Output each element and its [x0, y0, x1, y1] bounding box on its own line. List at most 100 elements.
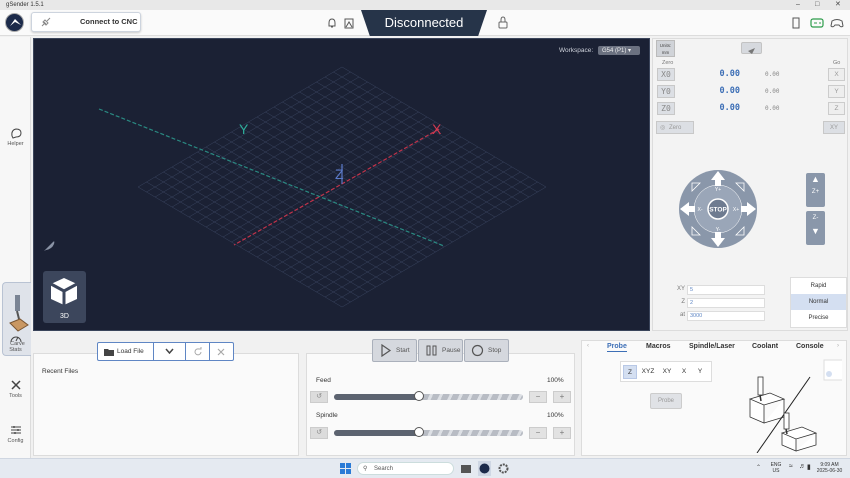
jog-z-step-input[interactable]: 2	[687, 298, 765, 308]
sidebar-item-tools[interactable]: Tools	[0, 379, 31, 399]
probe-axis-x[interactable]: X	[677, 365, 691, 379]
folder-icon	[104, 349, 114, 356]
language-indicator[interactable]: ENG US	[767, 462, 785, 474]
work-position-z[interactable]: 0.00	[710, 103, 740, 113]
go-header: Go	[833, 60, 841, 66]
recent-dropdown-button[interactable]	[154, 343, 186, 360]
windows-start-icon[interactable]	[340, 463, 351, 474]
feed-label: Feed	[316, 377, 331, 384]
jog-z-plus-button[interactable]: ▲ Z+	[806, 173, 825, 207]
gsender-taskbar-icon[interactable]	[478, 461, 491, 476]
zero-x-button[interactable]: X0	[657, 68, 675, 81]
refresh-icon	[194, 347, 202, 356]
tab-coolant[interactable]: Coolant	[752, 343, 778, 350]
reload-file-button[interactable]	[186, 343, 210, 360]
jog-feedrate-field: at 3000	[675, 311, 790, 321]
feed-reset-button[interactable]: ↺	[310, 391, 328, 403]
tabs-scroll-left-icon[interactable]: ‹	[587, 343, 589, 349]
maximize-icon[interactable]: □	[815, 0, 819, 10]
sidebar-item-helper[interactable]: Helper	[0, 127, 31, 147]
close-icon[interactable]: ✕	[835, 0, 841, 10]
z-axis-label: Z	[335, 166, 344, 182]
zero-all-button[interactable]: ◎ Zero	[656, 121, 694, 134]
pause-button[interactable]: Pause	[418, 339, 463, 362]
settings-gear-icon[interactable]	[498, 463, 509, 474]
lock-icon[interactable]	[498, 16, 508, 29]
workspace-selector[interactable]: Workspace: G54 (P1) ▾	[559, 46, 640, 55]
speed-normal-option[interactable]: Normal	[791, 294, 846, 310]
tabs-scroll-right-icon[interactable]: ›	[837, 343, 839, 349]
bell-icon[interactable]	[327, 18, 337, 29]
probe-axis-selector: Z XYZ XY X Y	[620, 361, 712, 382]
probe-axis-z[interactable]: Z	[623, 365, 637, 379]
spindle-decrease-button[interactable]: −	[529, 427, 547, 439]
file-explorer-icon[interactable]	[461, 463, 471, 474]
sidebar-item-stats[interactable]: Stats	[0, 333, 31, 353]
go-z-button[interactable]: Z	[828, 102, 845, 115]
stop-job-button[interactable]: Stop	[464, 339, 509, 362]
feed-decrease-button[interactable]: −	[529, 391, 547, 403]
probe-button[interactable]: Probe	[650, 393, 682, 409]
battery-icon[interactable]: ▮	[807, 463, 811, 471]
jog-wheel[interactable]: STOP Y+ Y- X- X+	[678, 169, 758, 249]
axis-row-z: Z0 0.00 0.00 Z	[655, 102, 847, 116]
probe-axis-y[interactable]: Y	[693, 365, 707, 379]
jog-feedrate-input[interactable]: 3000	[687, 311, 765, 321]
speed-rapid-option[interactable]: Rapid	[791, 278, 846, 294]
axis-row-y: Y0 0.00 0.00 Y	[655, 85, 847, 99]
units-toggle[interactable]: Units: mm	[656, 40, 675, 57]
tray-expand-icon[interactable]: ⌃	[756, 464, 761, 471]
load-file-button[interactable]: Load File	[98, 343, 154, 360]
jog-xy-step-input[interactable]: 5	[687, 285, 765, 295]
zero-y-button[interactable]: Y0	[657, 85, 675, 98]
y-axis-label: Y	[239, 121, 249, 137]
go-y-button[interactable]: Y	[828, 85, 845, 98]
jog-z-minus-button[interactable]: Z- ▼	[806, 211, 825, 245]
connection-status: Disconnected	[361, 10, 487, 36]
machine-position-y: 0.00	[765, 88, 780, 95]
go-xy-button[interactable]: XY	[823, 121, 845, 134]
sidebar-item-config[interactable]: Config	[0, 424, 31, 444]
probe-axis-xy[interactable]: XY	[659, 365, 675, 379]
minimize-icon[interactable]: –	[796, 0, 800, 10]
volume-icon[interactable]: ♬	[799, 463, 806, 470]
machine-position-x: 0.00	[765, 71, 780, 78]
feed-percent: 100%	[547, 377, 564, 384]
zero-z-button[interactable]: Z0	[657, 102, 675, 115]
view-cube[interactable]: 3D	[43, 271, 86, 323]
tools-icon	[10, 380, 21, 390]
gamepad-active-icon[interactable]	[810, 17, 824, 29]
file-image-icon[interactable]	[344, 18, 354, 29]
tab-console[interactable]: Console	[796, 343, 824, 350]
tab-macros[interactable]: Macros	[646, 343, 671, 350]
spindle-slider-thumb[interactable]	[414, 427, 425, 437]
feed-slider[interactable]	[334, 391, 523, 401]
spindle-increase-button[interactable]: +	[553, 427, 571, 439]
probe-diagram-image	[748, 359, 842, 453]
spindle-slider[interactable]	[334, 427, 523, 437]
goto-button[interactable]	[741, 42, 762, 54]
feather-icon[interactable]	[42, 239, 56, 253]
gamepad-icon[interactable]	[830, 17, 844, 29]
speed-precise-option[interactable]: Precise	[791, 310, 846, 326]
feed-slider-thumb[interactable]	[414, 391, 425, 401]
work-position-x[interactable]: 0.00	[710, 69, 740, 79]
start-button[interactable]: Start	[372, 339, 417, 362]
device-icon[interactable]	[792, 17, 802, 29]
work-position-y[interactable]: 0.00	[710, 86, 740, 96]
probe-axis-xyz[interactable]: XYZ	[639, 365, 657, 379]
workspace-select[interactable]: G54 (P1) ▾	[598, 46, 640, 55]
connect-button[interactable]: Connect to CNC	[31, 12, 141, 32]
close-file-button[interactable]	[210, 343, 233, 360]
wifi-icon[interactable]: ≈	[789, 463, 793, 470]
tab-spindle-laser[interactable]: Spindle/Laser	[689, 343, 735, 350]
tab-probe[interactable]: Probe	[607, 343, 627, 352]
visualizer[interactable]: Y X Z Workspace: G54 (P1) ▾ 3D	[33, 38, 650, 331]
grid-canvas[interactable]: Y X Z	[34, 39, 651, 332]
go-x-button[interactable]: X	[828, 68, 845, 81]
sliders-icon	[10, 426, 21, 434]
spindle-reset-button[interactable]: ↺	[310, 427, 328, 439]
taskbar-search[interactable]: ⚲ Search	[357, 462, 454, 475]
feed-increase-button[interactable]: +	[553, 391, 571, 403]
clock[interactable]: 9:09 AM 2025-06-30	[813, 462, 846, 474]
